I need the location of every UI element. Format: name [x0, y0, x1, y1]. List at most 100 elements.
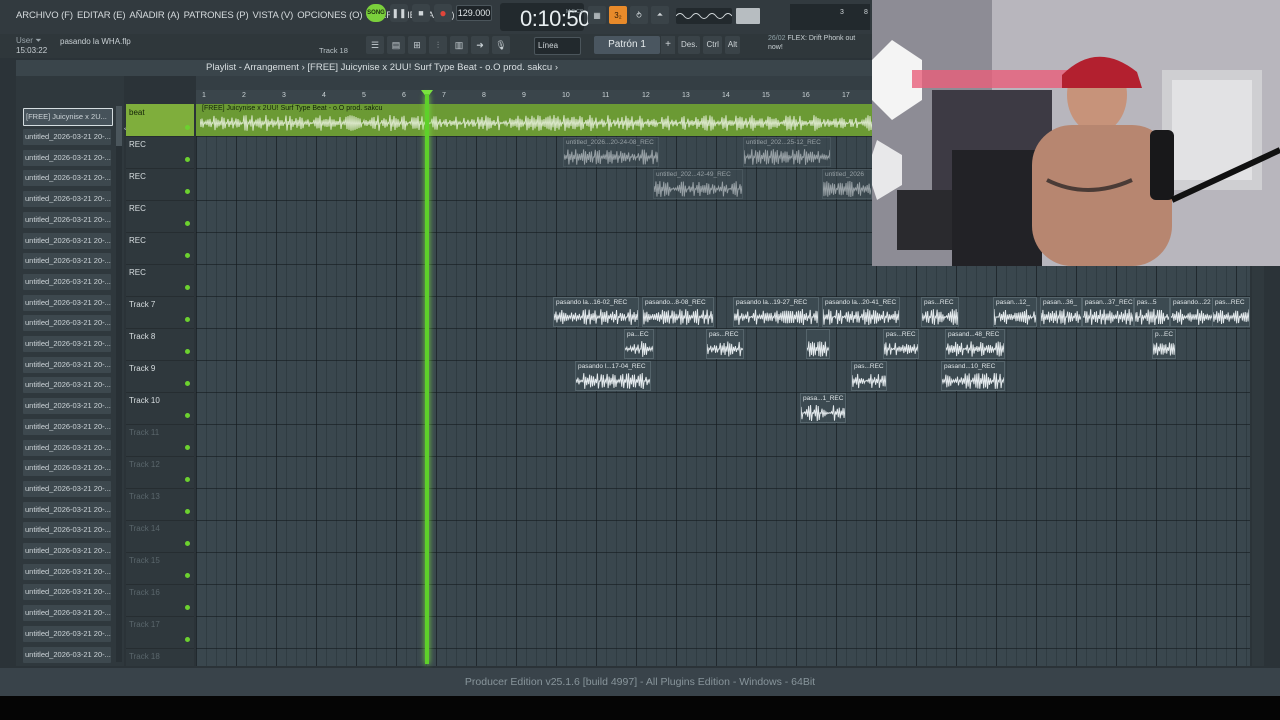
- audio-clip[interactable]: untitled_202...42-49_REC: [653, 169, 743, 199]
- browser-clip-item[interactable]: untitled_2026-03-21 20-...: [23, 356, 111, 373]
- track-header[interactable]: REC: [126, 232, 194, 265]
- browser-clip-item[interactable]: untitled_2026-03-21 20-...: [23, 253, 111, 270]
- playhead[interactable]: [425, 94, 429, 664]
- audio-clip[interactable]: p...EC: [1152, 329, 1176, 359]
- browser-clip-item[interactable]: untitled_2026-03-21 20-...: [23, 336, 111, 352]
- audio-clip[interactable]: pas...REC: [883, 329, 919, 359]
- browser-clip-item[interactable]: untitled_2026-03-21 20-...: [23, 273, 111, 290]
- browser-clip-item[interactable]: untitled_2026-03-21 20-...: [23, 377, 111, 394]
- browser-clip-item[interactable]: untitled_2026-03-21 20-...: [23, 129, 111, 145]
- microphone-icon[interactable]: 🎙: [492, 36, 510, 54]
- track-enable-led[interactable]: [185, 381, 190, 386]
- browser-clip-item[interactable]: untitled_2026-03-21 20-...: [23, 439, 111, 456]
- track-header[interactable]: Track 8: [126, 328, 194, 361]
- metronome-icon[interactable]: ⏶: [651, 6, 669, 24]
- track-header[interactable]: Track 13: [126, 488, 194, 521]
- loop-record-icon[interactable]: ⥁: [630, 6, 648, 24]
- record-icon[interactable]: ●: [434, 4, 452, 22]
- audio-clip[interactable]: pasand...10_REC: [941, 361, 1005, 391]
- mixer-icon[interactable]: ⫶: [429, 36, 447, 54]
- modifier-des-button[interactable]: Des.: [678, 36, 701, 54]
- track-header[interactable]: REC: [126, 168, 194, 201]
- audio-clip[interactable]: pas...5: [1134, 297, 1170, 327]
- track-enable-led[interactable]: [185, 477, 190, 482]
- browser-clip-item[interactable]: untitled_2026-03-21 20-...: [23, 211, 111, 228]
- browser-clip-item[interactable]: untitled_2026-03-21 20-...: [23, 584, 111, 601]
- channel-rack-icon[interactable]: ▤: [387, 36, 405, 54]
- modifier-ctrl-button[interactable]: Ctrl: [703, 36, 722, 54]
- track-header[interactable]: Track 14: [126, 520, 194, 553]
- menu-item-2[interactable]: AÑADIR (A): [129, 10, 179, 21]
- audio-clip[interactable]: pasan...36_: [1040, 297, 1082, 327]
- menu-item-1[interactable]: EDITAR (E): [77, 10, 126, 21]
- tempo-display[interactable]: 129.000: [456, 5, 492, 21]
- track-header[interactable]: Track 16: [126, 584, 194, 617]
- track-enable-led[interactable]: [185, 125, 190, 130]
- audio-clip[interactable]: untitled_202...25-12_REC: [743, 137, 831, 167]
- track-header[interactable]: Track 11: [126, 424, 194, 457]
- track-enable-led[interactable]: [185, 637, 190, 642]
- audio-clip[interactable]: untitled_2026: [822, 169, 872, 199]
- track-header[interactable]: Track 15: [126, 552, 194, 585]
- audio-clip[interactable]: pas...REC: [1212, 297, 1250, 327]
- audio-clip[interactable]: pasando la...19-27_REC: [733, 297, 819, 327]
- browser-clip-item[interactable]: untitled_2026-03-21 20-...: [23, 480, 111, 497]
- browser-clip-item[interactable]: untitled_2026-03-21 20-...: [23, 460, 111, 477]
- browser-clip-item[interactable]: untitled_2026-03-21 20-...: [23, 543, 111, 559]
- audio-clip[interactable]: pasando la...16-02_REC: [553, 297, 639, 327]
- track-enable-led[interactable]: [185, 285, 190, 290]
- audio-clip[interactable]: pasan...12_: [993, 297, 1037, 327]
- menu-item-4[interactable]: VISTA (V): [253, 10, 294, 21]
- pause-icon[interactable]: ❚❚: [390, 4, 408, 22]
- audio-clip[interactable]: pasando...22: [1170, 297, 1214, 327]
- track-enable-led[interactable]: [185, 541, 190, 546]
- overview-bar[interactable]: [196, 76, 872, 90]
- browser-clip-item[interactable]: untitled_2026-03-21 20-...: [23, 522, 111, 539]
- browser-clip-item[interactable]: untitled_2026-03-21 20-...: [23, 191, 111, 208]
- track-enable-led[interactable]: [185, 157, 190, 162]
- modifier-alt-button[interactable]: Alt: [724, 36, 741, 54]
- browser-clip-item[interactable]: untitled_2026-03-21 20-...: [23, 398, 111, 415]
- track-header[interactable]: Track 7: [126, 296, 194, 329]
- track-enable-led[interactable]: [185, 349, 190, 354]
- timeline-ruler[interactable]: 1 2 3 4 5 6 7 8 9 10 11 12 13 14 15 16 17: [196, 90, 872, 104]
- browser-clip-item[interactable]: untitled_2026-03-21 20-...: [23, 170, 111, 187]
- piano-roll-icon[interactable]: ⊞: [408, 36, 426, 54]
- audio-clip[interactable]: pa...EC: [624, 329, 654, 359]
- track-enable-led[interactable]: [185, 573, 190, 578]
- audio-clip[interactable]: untitled_2026...20-24-08_REC: [563, 137, 659, 167]
- browser-clip-item[interactable]: untitled_2026-03-21 20-...: [23, 232, 111, 249]
- stop-icon[interactable]: ■: [412, 4, 430, 22]
- audio-clip[interactable]: pasan...37_REC: [1082, 297, 1134, 327]
- pattern-selector[interactable]: Patrón 1: [594, 36, 660, 54]
- menu-item-3[interactable]: PATRONES (P): [184, 10, 249, 21]
- browser-clip-item[interactable]: untitled_2026-03-21 20-...: [23, 418, 111, 435]
- browser-scroll-thumb[interactable]: [116, 106, 122, 146]
- audio-clip[interactable]: pasando la...20-41_REC: [822, 297, 900, 327]
- browser-clip-item[interactable]: untitled_2026-03-21 20-...: [23, 294, 111, 311]
- audio-clip[interactable]: pasando l...17-04_REC: [575, 361, 651, 391]
- track-enable-led[interactable]: [185, 605, 190, 610]
- typing-keyboard-icon[interactable]: ▦: [588, 6, 606, 24]
- audio-clip[interactable]: [806, 329, 830, 359]
- track-header[interactable]: Track 9: [126, 360, 194, 393]
- audio-clip[interactable]: pasa...1_REC: [800, 393, 846, 423]
- track-enable-led[interactable]: [185, 189, 190, 194]
- browser-clip-item[interactable]: untitled_2026-03-21 20-...: [23, 646, 111, 663]
- menu-item-5[interactable]: OPCIONES (O): [297, 10, 362, 21]
- track-header[interactable]: REC: [126, 264, 194, 297]
- track-header[interactable]: Track 10: [126, 392, 194, 425]
- track-header[interactable]: Track 12: [126, 456, 194, 489]
- audio-clip[interactable]: pas...REC: [921, 297, 959, 327]
- browser-clip-item[interactable]: untitled_2026-03-21 20-...: [23, 625, 111, 642]
- menu-item-0[interactable]: ARCHIVO (F): [16, 10, 73, 21]
- browser-clip-item[interactable]: untitled_2026-03-21 20-...: [23, 605, 111, 622]
- track-enable-led[interactable]: [185, 221, 190, 226]
- step-edit-icon[interactable]: 3₂: [609, 6, 627, 24]
- playlist-icon[interactable]: ☰: [366, 36, 384, 54]
- browser-icon[interactable]: ▥: [450, 36, 468, 54]
- track-header[interactable]: REC: [126, 200, 194, 233]
- browser-clip-item[interactable]: untitled_2026-03-21 20-...: [23, 149, 111, 166]
- browser-clip-item[interactable]: untitled_2026-03-21 20-...: [23, 315, 111, 332]
- track-enable-led[interactable]: [185, 317, 190, 322]
